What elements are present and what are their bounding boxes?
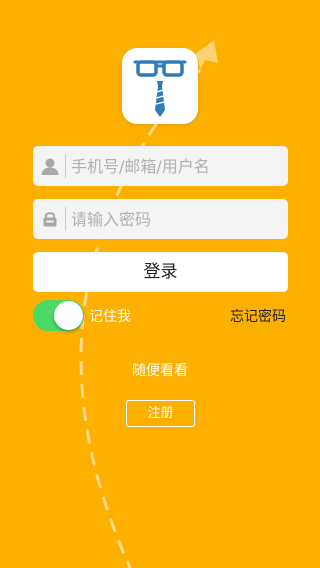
login-button[interactable]: 登录 bbox=[33, 252, 288, 292]
password-field[interactable] bbox=[33, 199, 288, 239]
remember-me-toggle[interactable] bbox=[33, 300, 84, 331]
app-logo bbox=[122, 48, 198, 124]
forgot-password-link[interactable]: 忘记密码 bbox=[230, 306, 286, 326]
username-input[interactable] bbox=[71, 146, 281, 186]
browse-as-guest-link[interactable]: 随便看看 bbox=[0, 360, 320, 380]
field-divider bbox=[65, 207, 66, 231]
remember-me-label: 记住我 bbox=[89, 309, 131, 325]
glasses-tie-logo-icon bbox=[133, 60, 187, 117]
password-input[interactable] bbox=[71, 199, 281, 239]
register-button[interactable]: 注册 bbox=[126, 400, 195, 427]
lock-icon bbox=[43, 212, 57, 227]
user-icon bbox=[41, 158, 59, 175]
username-field[interactable] bbox=[33, 146, 288, 186]
field-divider bbox=[65, 154, 66, 178]
toggle-knob bbox=[54, 301, 83, 330]
